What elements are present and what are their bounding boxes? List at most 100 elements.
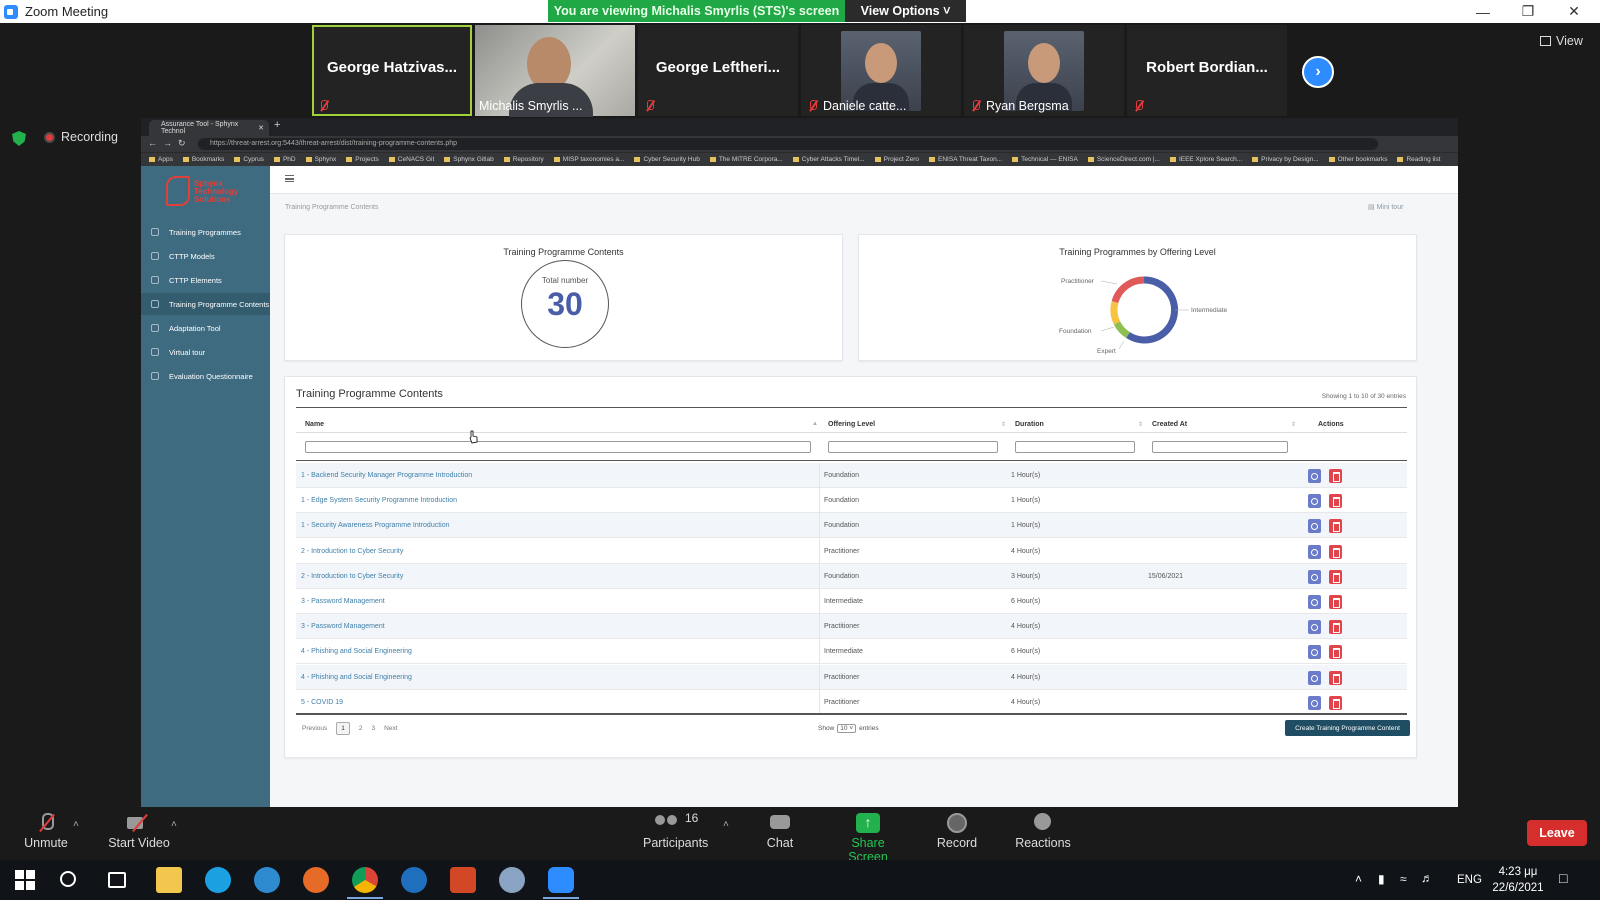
sphynx-logo[interactable]: Sphynx Technology Solutions <box>166 176 246 206</box>
next-participants-arrow-icon[interactable]: › <box>1302 56 1334 88</box>
page-link-2[interactable]: 2 <box>359 725 363 732</box>
row-name-link[interactable]: 4 - Phishing and Social Engineering <box>301 674 412 681</box>
firefox-icon[interactable] <box>303 867 329 893</box>
sort-icon[interactable]: ⇕ <box>1001 421 1006 428</box>
participants-button[interactable]: 16 Participants <box>643 811 708 850</box>
participant-tile[interactable]: Robert Bordian... <box>1127 25 1287 116</box>
sidebar-item-virtual-tour[interactable]: Virtual tour <box>141 341 270 363</box>
donut-segment-foundation[interactable] <box>1110 301 1121 325</box>
name-filter-input[interactable] <box>305 441 811 453</box>
language-indicator[interactable]: ENG <box>1457 874 1482 886</box>
view-eye-icon[interactable] <box>1308 695 1321 710</box>
sort-icon[interactable]: ⇕ <box>1138 421 1143 428</box>
bookmark-item[interactable]: Cyprus <box>234 156 264 163</box>
record-button[interactable]: Record <box>934 813 980 850</box>
view-eye-icon[interactable] <box>1308 569 1321 584</box>
notification-center-icon[interactable]: □ <box>1559 870 1567 886</box>
view-eye-icon[interactable] <box>1308 519 1321 534</box>
sidebar-item-adaptation-tool[interactable]: Adaptation Tool <box>141 317 270 339</box>
offering-level-filter-input[interactable] <box>828 441 998 453</box>
close-icon[interactable]: ✕ <box>1552 0 1596 23</box>
paint-icon[interactable] <box>499 867 525 893</box>
battery-icon[interactable]: ▮ <box>1378 872 1385 886</box>
delete-trash-icon[interactable] <box>1329 670 1342 685</box>
bookmark-item[interactable]: Other bookmarks <box>1329 156 1388 163</box>
page-link-3[interactable]: 3 <box>372 725 376 732</box>
forward-icon[interactable]: → <box>163 138 172 148</box>
row-name-link[interactable]: 4 - Phishing and Social Engineering <box>301 648 412 655</box>
delete-trash-icon[interactable] <box>1329 595 1342 609</box>
edge-icon[interactable] <box>254 867 280 893</box>
entries-select[interactable]: 10 ˅ <box>837 724 857 733</box>
donut-segment-practitioner[interactable] <box>1111 276 1145 304</box>
view-button[interactable]: View <box>1540 34 1583 48</box>
donut-segment-intermediate[interactable] <box>1126 276 1179 344</box>
duration-filter-input[interactable] <box>1015 441 1135 453</box>
sort-asc-icon[interactable]: ▲ <box>812 421 818 427</box>
view-eye-icon[interactable] <box>1308 595 1321 609</box>
bookmark-item[interactable]: Project Zero <box>875 156 919 163</box>
delete-trash-icon[interactable] <box>1329 519 1342 534</box>
column-header-name[interactable]: Name <box>305 421 324 428</box>
reload-icon[interactable]: ↻ <box>178 138 186 149</box>
reactions-button[interactable]: Reactions <box>1011 813 1075 850</box>
powerpoint-icon[interactable] <box>450 867 476 893</box>
leave-button[interactable]: Leave <box>1527 820 1587 846</box>
security-shield-icon[interactable] <box>12 131 26 146</box>
browser-tab[interactable]: Assurance Tool - Sphynx Technol ✕ <box>149 120 269 136</box>
bookmark-item[interactable]: Sphynx Gitlab <box>444 156 493 163</box>
created-at-filter-input[interactable] <box>1152 441 1288 453</box>
create-training-programme-content-button[interactable]: Create Training Programme Content <box>1285 720 1410 736</box>
delete-trash-icon[interactable] <box>1329 544 1342 559</box>
chat-button[interactable]: Chat <box>760 813 800 850</box>
back-icon[interactable]: ← <box>148 138 157 148</box>
sidebar-item-cttp-models[interactable]: CTTP Models <box>141 245 270 267</box>
zoom-taskbar-icon[interactable] <box>543 867 579 899</box>
bookmark-item[interactable]: CeNACS Git <box>389 156 434 163</box>
view-eye-icon[interactable] <box>1308 544 1321 559</box>
search-icon[interactable] <box>60 871 76 887</box>
delete-trash-icon[interactable] <box>1329 620 1342 635</box>
participant-tile[interactable]: Michalis Smyrlis ... <box>475 25 635 117</box>
unmute-button[interactable]: Unmute <box>22 813 70 850</box>
view-options-button[interactable]: View Options ˅ <box>845 0 966 22</box>
bookmark-item[interactable]: Cyber Security Hub <box>634 156 699 163</box>
row-name-link[interactable]: 5 - COVID 19 <box>301 699 343 706</box>
participant-tile[interactable]: George Hatzivas... <box>312 25 472 116</box>
bookmark-item[interactable]: ScienceDirect.com |... <box>1088 156 1160 163</box>
delete-trash-icon[interactable] <box>1329 645 1342 660</box>
delete-trash-icon[interactable] <box>1329 469 1342 483</box>
donut-segment-expert[interactable] <box>1113 321 1131 338</box>
row-name-link[interactable]: 1 - Backend Security Manager Programme I… <box>301 472 472 479</box>
row-name-link[interactable]: 3 - Password Management <box>301 598 385 605</box>
skype-icon[interactable] <box>205 867 231 893</box>
bookmark-item[interactable]: Projects <box>346 156 378 163</box>
video-options-caret-icon[interactable]: ˄ <box>171 819 177 830</box>
bookmark-item[interactable]: The MITRE Corpora... <box>710 156 783 163</box>
sidebar-item-cttp-elements[interactable]: CTTP Elements <box>141 269 270 291</box>
column-header-offering-level[interactable]: Offering Level <box>828 421 875 428</box>
view-eye-icon[interactable] <box>1308 469 1321 483</box>
url-field[interactable]: https://threat-arrest.org:5443/threat-ar… <box>198 138 1378 150</box>
view-eye-icon[interactable] <box>1308 494 1321 509</box>
bookmark-item[interactable]: Repository <box>504 156 544 163</box>
restore-icon[interactable]: ❐ <box>1506 0 1550 23</box>
wifi-icon[interactable]: ≈ <box>1400 872 1407 886</box>
view-eye-icon[interactable] <box>1308 645 1321 660</box>
sidebar-item-training-programmes[interactable]: Training Programmes <box>141 221 270 243</box>
mail-icon[interactable] <box>401 867 427 893</box>
row-name-link[interactable]: 2 - Introduction to Cyber Security <box>301 573 403 580</box>
volume-icon[interactable]: ♬ <box>1421 871 1433 885</box>
taskbar-clock[interactable]: 4:23 μμ 22/6/2021 <box>1488 864 1548 896</box>
share-screen-button[interactable]: Share Screen <box>832 813 904 864</box>
column-header-created-at[interactable]: Created At <box>1152 421 1187 428</box>
row-name-link[interactable]: 1 - Edge System Security Programme Intro… <box>301 497 457 504</box>
page-link-1[interactable]: 1 <box>336 722 350 735</box>
participant-tile[interactable]: George Leftheri... <box>638 25 798 116</box>
task-view-icon[interactable] <box>108 872 126 888</box>
sort-icon[interactable]: ⇕ <box>1291 421 1296 428</box>
bookmark-item[interactable]: PhD <box>274 156 296 163</box>
tab-close-icon[interactable]: ✕ <box>258 124 264 132</box>
new-tab-icon[interactable]: + <box>274 119 280 131</box>
tray-chevron-up-icon[interactable]: ˄ <box>1355 872 1362 886</box>
